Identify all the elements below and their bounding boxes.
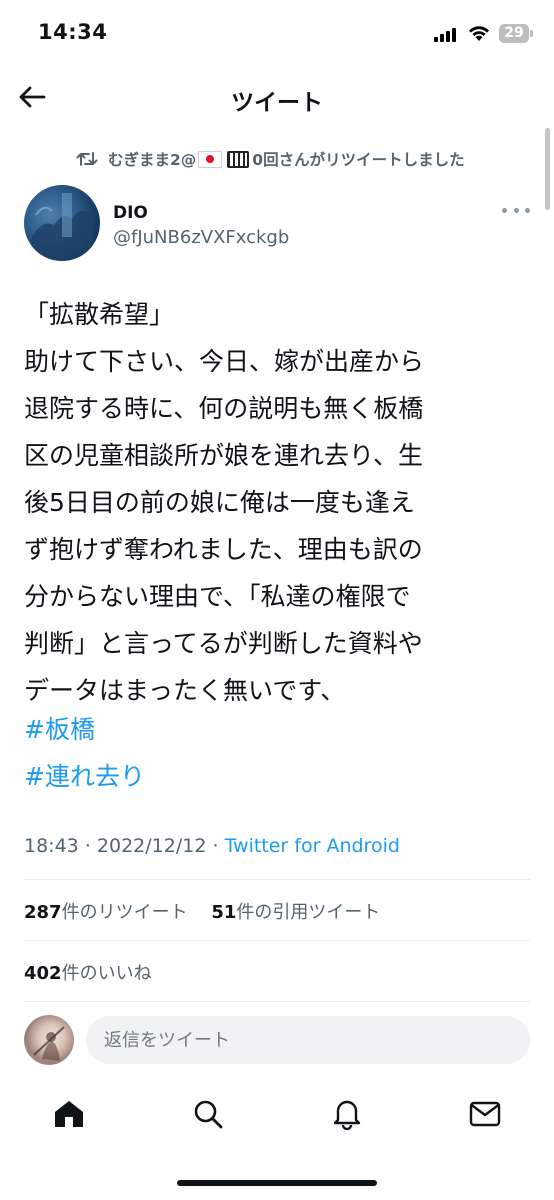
quote-count: 51 bbox=[211, 902, 237, 923]
retweets-stat[interactable]: 287件のリツイート bbox=[24, 902, 188, 923]
page-title: ツイート bbox=[231, 90, 323, 116]
likes-stat[interactable]: 402件のいいね bbox=[24, 963, 152, 984]
author-avatar[interactable] bbox=[24, 185, 100, 261]
status-time: 14:34 bbox=[38, 20, 108, 44]
tweet-source-link[interactable]: Twitter for Android bbox=[225, 835, 400, 857]
quotes-stat[interactable]: 51件の引用ツイート bbox=[211, 902, 380, 923]
home-icon[interactable] bbox=[49, 1094, 89, 1134]
retweet-context[interactable]: むぎまま2@ 0回さんがリツイートしました bbox=[76, 148, 465, 170]
likes-row: 402件のいいね bbox=[24, 959, 170, 985]
battery-icon: 29 bbox=[499, 24, 529, 43]
author-name[interactable]: DIO bbox=[113, 203, 148, 223]
hashtag-link[interactable]: #連れ去り bbox=[24, 753, 145, 800]
messages-icon[interactable] bbox=[465, 1094, 505, 1134]
cellular-signal-icon bbox=[434, 28, 458, 42]
tweet-time: 18:43 bbox=[24, 835, 79, 857]
divider bbox=[24, 1001, 530, 1002]
divider bbox=[24, 940, 530, 941]
separator: · bbox=[212, 835, 219, 857]
battery-tip bbox=[530, 30, 533, 37]
retweet-count: 287 bbox=[24, 902, 62, 923]
back-button[interactable] bbox=[14, 80, 50, 114]
like-label: 件のいいね bbox=[61, 963, 152, 984]
notifications-icon[interactable] bbox=[327, 1094, 367, 1134]
more-options-icon[interactable] bbox=[502, 202, 530, 218]
stats-row: 287件のリツイート 51件の引用ツイート bbox=[24, 898, 398, 924]
like-count: 402 bbox=[24, 963, 62, 984]
retweet-label: 件のリツイート bbox=[61, 902, 188, 923]
tweet-text: 「拡散希望」 助けて下さい、今日、嫁が出産から 退院する時に、何の説明も無く板橋… bbox=[24, 300, 425, 705]
retweeter-name: むぎまま2@ bbox=[108, 151, 197, 169]
japan-flag-icon bbox=[198, 150, 223, 168]
reply-input[interactable] bbox=[86, 1016, 530, 1064]
search-icon[interactable] bbox=[188, 1094, 228, 1134]
hashtag-link[interactable]: #板橋 bbox=[24, 706, 95, 753]
scrollbar[interactable] bbox=[545, 128, 550, 210]
quote-label: 件の引用ツイート bbox=[236, 902, 381, 923]
retweet-context-suffix: 0回さんがリツイートしました bbox=[252, 151, 465, 169]
separator: · bbox=[84, 835, 91, 857]
piano-keys-icon bbox=[227, 150, 250, 168]
arrow-left-icon bbox=[19, 86, 46, 108]
author-handle[interactable]: @fJuNB6zVXFxckgb bbox=[113, 227, 289, 248]
user-avatar[interactable] bbox=[24, 1015, 74, 1065]
home-indicator bbox=[177, 1180, 377, 1186]
wifi-icon bbox=[467, 24, 491, 42]
retweet-icon bbox=[76, 150, 98, 168]
tweet-date: 2022/12/12 bbox=[96, 835, 207, 857]
divider bbox=[24, 879, 530, 880]
tweet-meta: 18:43 · 2022/12/12 · Twitter for Android bbox=[24, 835, 400, 857]
